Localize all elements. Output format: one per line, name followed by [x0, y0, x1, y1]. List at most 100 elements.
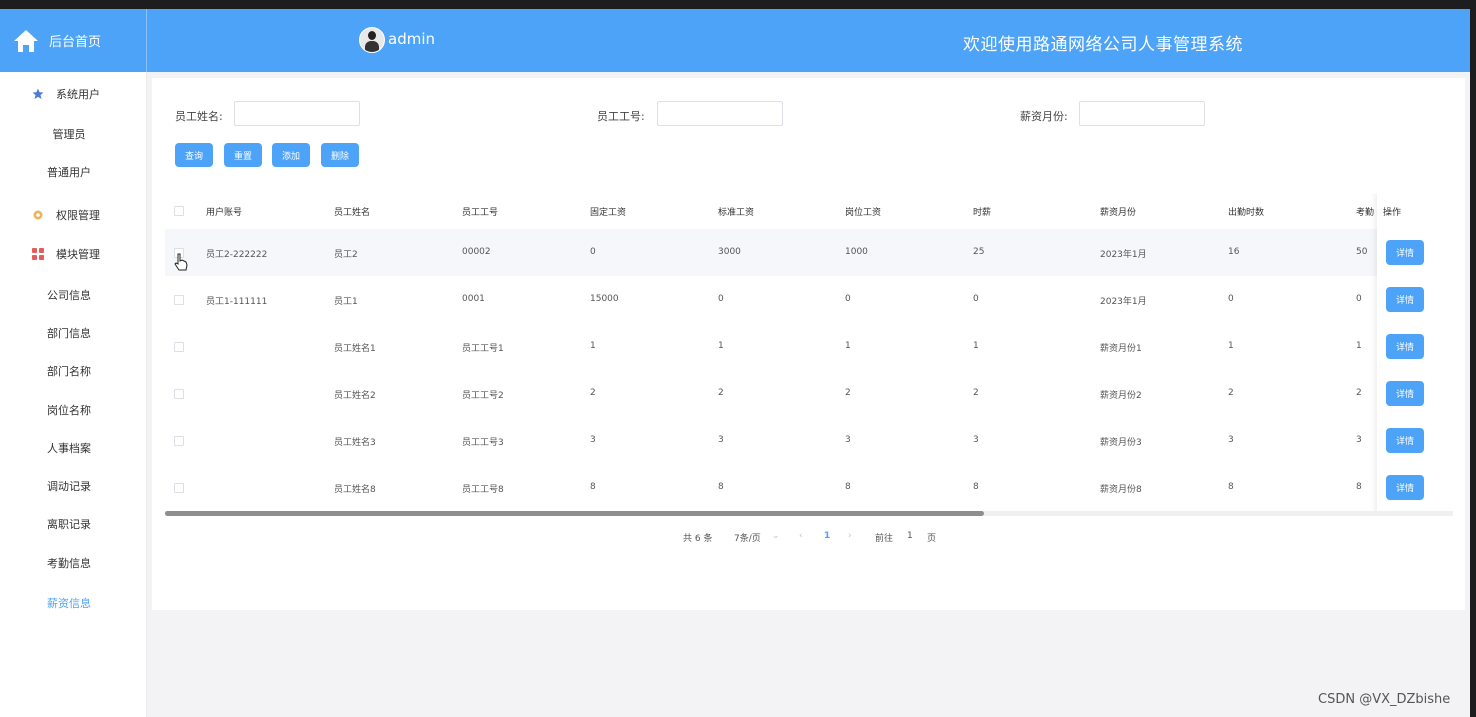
column-header[interactable]: 岗位工资 [845, 205, 881, 218]
grid-icon [32, 248, 44, 260]
table-cell: 2 [845, 388, 851, 398]
table-cell: 0001 [462, 294, 485, 304]
detail-button[interactable]: 详情 [1386, 381, 1424, 406]
menu-group-label: 系统用户 [56, 88, 100, 101]
table-cell: 薪资月份8 [1100, 485, 1142, 495]
prev-page-icon[interactable]: ‹ [799, 531, 803, 541]
table-cell: 2 [590, 388, 596, 398]
sidebar-item-department-name[interactable]: 部门名称 [0, 363, 138, 379]
table-cell: 50 [1356, 247, 1368, 257]
menu-group-modules[interactable]: 模块管理 [0, 235, 146, 273]
delete-button[interactable]: 删除 [321, 143, 359, 167]
table-cell: 薪资月份2 [1100, 391, 1142, 401]
column-header[interactable]: 员工姓名 [334, 205, 370, 218]
menu-group-permissions[interactable]: 权限管理 [0, 196, 146, 234]
column-header[interactable]: 时薪 [973, 205, 991, 218]
sidebar-item-company[interactable]: 公司信息 [0, 287, 138, 303]
table-row[interactable]: 员工姓名8 员工工号8 8 8 8 8 薪资月份8 8 8 [165, 464, 1455, 511]
table-row[interactable]: 员工姓名1 员工工号1 1 1 1 1 薪资月份1 1 1 [165, 323, 1455, 370]
table-cell: 3 [845, 435, 851, 445]
table-cell: 员工姓名2 [334, 391, 376, 401]
goto-page-input[interactable]: 1 [907, 531, 913, 541]
column-header[interactable]: 薪资月份 [1100, 205, 1136, 218]
home-icon [13, 29, 39, 53]
table-cell: 2023年1月 [1100, 250, 1147, 260]
salary-month-label: 薪资月份: [1020, 110, 1068, 123]
table-cell: 3 [590, 435, 596, 445]
table-cell: 员工工号1 [462, 344, 504, 354]
current-page[interactable]: 1 [824, 531, 830, 541]
sidebar-item-admin[interactable]: 管理员 [0, 126, 138, 142]
table-cell: 员工1 [334, 297, 358, 307]
menu-group-label: 模块管理 [56, 248, 100, 261]
table-cell: 员工姓名1 [334, 344, 376, 354]
row-checkbox[interactable] [174, 342, 184, 352]
sidebar-item-normal-user[interactable]: 普通用户 [0, 164, 138, 180]
sidebar-item-hr-files[interactable]: 人事档案 [0, 440, 138, 456]
column-header[interactable]: 标准工资 [718, 205, 754, 218]
column-header[interactable]: 用户账号 [206, 205, 242, 218]
table-cell: 1 [845, 341, 851, 351]
table-row[interactable]: 员工1-111111 员工1 0001 15000 0 0 0 2023年1月 … [165, 276, 1455, 323]
table-cell: 员工工号2 [462, 391, 504, 401]
select-all-checkbox[interactable] [174, 206, 184, 216]
table-row[interactable]: 员工姓名2 员工工号2 2 2 2 2 薪资月份2 2 2 [165, 370, 1455, 417]
table-cell: 16 [1228, 247, 1240, 257]
table-cell: 2 [973, 388, 979, 398]
home-link[interactable]: 后台首页 [0, 9, 147, 72]
employee-id-label: 员工工号: [597, 110, 645, 123]
sidebar-item-position[interactable]: 岗位名称 [0, 402, 138, 418]
gear-icon [32, 209, 44, 221]
row-checkbox[interactable] [174, 436, 184, 446]
table-row[interactable]: 员工2-222222 员工2 00002 0 3000 1000 25 2023… [165, 229, 1455, 276]
table-cell: 1 [1356, 341, 1362, 351]
table-cell: 00002 [462, 247, 491, 257]
detail-button[interactable]: 详情 [1386, 475, 1424, 500]
chevron-down-icon[interactable]: ⌄ [772, 531, 780, 541]
detail-button[interactable]: 详情 [1386, 334, 1424, 359]
row-checkbox[interactable] [174, 295, 184, 305]
salary-table: 用户账号 员工姓名 员工工号 固定工资 标准工资 岗位工资 时薪 薪资月份 出勤… [165, 193, 1455, 515]
table-cell: 2 [1228, 388, 1234, 398]
column-header[interactable]: 考勤 [1356, 205, 1374, 218]
table-cell: 1 [718, 341, 724, 351]
sidebar-item-attendance[interactable]: 考勤信息 [0, 555, 138, 571]
column-header[interactable]: 员工工号 [462, 205, 498, 218]
scrollbar-thumb[interactable] [165, 511, 984, 516]
sidebar-item-resignation[interactable]: 离职记录 [0, 516, 138, 532]
sidebar-item-salary[interactable]: 薪资信息 [0, 595, 138, 611]
table-cell: 1 [1228, 341, 1234, 351]
detail-button[interactable]: 详情 [1386, 428, 1424, 453]
add-button[interactable]: 添加 [272, 143, 310, 167]
column-header[interactable]: 固定工资 [590, 205, 626, 218]
page-size-select[interactable]: 7条/页 [734, 531, 761, 544]
salary-month-input[interactable] [1079, 101, 1205, 126]
table-cell: 15000 [590, 294, 619, 304]
query-button[interactable]: 查询 [175, 143, 213, 167]
table-cell: 员工2-222222 [206, 250, 268, 260]
reset-button[interactable]: 重置 [224, 143, 262, 167]
next-page-icon[interactable]: › [848, 531, 852, 541]
menu-group-label: 权限管理 [56, 209, 100, 222]
employee-id-input[interactable] [657, 101, 783, 126]
username[interactable]: admin [388, 30, 435, 48]
table-cell: 25 [973, 247, 985, 257]
table-cell: 0 [1356, 294, 1362, 304]
star-icon [32, 88, 44, 100]
detail-button[interactable]: 详情 [1386, 287, 1424, 312]
row-checkbox[interactable] [174, 483, 184, 493]
table-row[interactable]: 员工姓名3 员工工号3 3 3 3 3 薪资月份3 3 3 [165, 417, 1455, 464]
employee-name-input[interactable] [234, 101, 360, 126]
table-cell: 薪资月份1 [1100, 344, 1142, 354]
table-cell: 8 [718, 482, 724, 492]
sidebar-item-transfer[interactable]: 调动记录 [0, 478, 138, 494]
sidebar-item-department[interactable]: 部门信息 [0, 325, 138, 341]
column-header[interactable]: 出勤时数 [1228, 205, 1264, 218]
menu-group-system-users[interactable]: 系统用户 [0, 75, 146, 113]
avatar[interactable] [359, 27, 385, 53]
row-checkbox[interactable] [174, 389, 184, 399]
table-cell: 薪资月份3 [1100, 438, 1142, 448]
detail-button[interactable]: 详情 [1386, 240, 1424, 265]
table-cell: 员工姓名8 [334, 485, 376, 495]
table-cell: 2023年1月 [1100, 297, 1147, 307]
